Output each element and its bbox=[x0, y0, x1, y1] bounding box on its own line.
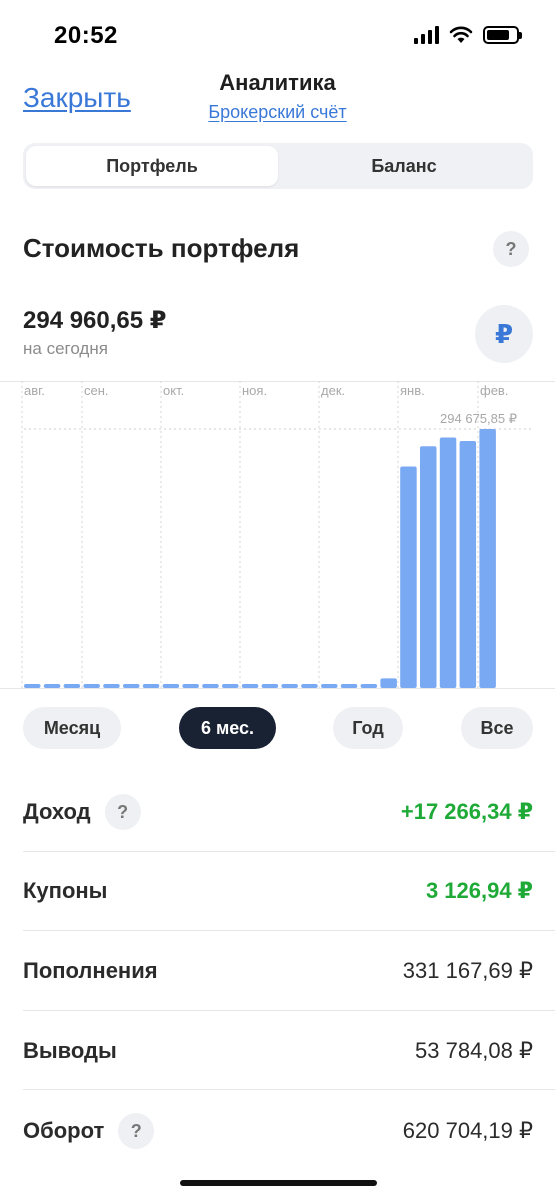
segmented-control: Портфель Баланс bbox=[23, 143, 533, 189]
chart-bar bbox=[380, 678, 397, 688]
chart-bar bbox=[63, 684, 81, 688]
tab-balance[interactable]: Баланс bbox=[278, 146, 530, 186]
stat-row-coupons: Купоны 3 126,94 ₽ bbox=[23, 851, 533, 931]
chart-bar bbox=[321, 684, 338, 688]
chart-svg: авг. сен. окт. ноя. дек. янв. фев. 294 675,85 ₽ bbox=[0, 381, 555, 689]
status-bar: 20:52 bbox=[0, 0, 555, 70]
stat-value-withdrawals: 53 784,08 ₽ bbox=[415, 1038, 533, 1063]
chart-bar bbox=[43, 684, 61, 688]
chart-bar bbox=[202, 684, 219, 688]
stat-row-income: Доход ? +17 266,34 ₽ bbox=[23, 772, 533, 852]
chart-bar bbox=[400, 466, 417, 688]
month-label: ноя. bbox=[242, 383, 267, 398]
max-value-label: 294 675,85 ₽ bbox=[440, 411, 517, 426]
month-label: янв. bbox=[400, 383, 425, 398]
help-icon[interactable]: ? bbox=[104, 794, 141, 830]
period-6m-button[interactable]: 6 мес. bbox=[179, 707, 276, 749]
stat-label-income: Доход bbox=[23, 799, 91, 824]
period-year-button[interactable]: Год bbox=[333, 707, 403, 749]
help-icon[interactable]: ? bbox=[493, 231, 529, 267]
chart-bar bbox=[459, 441, 477, 688]
month-label: фев. bbox=[480, 383, 508, 398]
page-title: Аналитика bbox=[219, 70, 336, 95]
divider bbox=[23, 1089, 555, 1090]
chart-bar bbox=[261, 684, 279, 688]
stat-value-coupons: 3 126,94 ₽ bbox=[425, 878, 533, 903]
month-label: окт. bbox=[163, 383, 184, 398]
currency-toggle-button[interactable]: ₽ bbox=[475, 305, 533, 363]
chart-bar bbox=[340, 684, 358, 688]
chart-bar bbox=[103, 684, 120, 688]
stat-value-turnover: 620 704,19 ₽ bbox=[402, 1118, 533, 1143]
account-link[interactable]: Брокерский счёт bbox=[208, 102, 346, 123]
month-label: сен. bbox=[84, 383, 109, 398]
stat-label-withdrawals: Выводы bbox=[23, 1038, 117, 1063]
battery-icon bbox=[483, 26, 522, 44]
header-center: Аналитика Брокерский счёт bbox=[0, 70, 555, 123]
status-icons bbox=[414, 26, 522, 44]
portfolio-chart: авг. сен. окт. ноя. дек. янв. фев. 294 675,85 ₽ bbox=[0, 381, 555, 689]
chart-bar bbox=[241, 684, 259, 688]
period-month-button[interactable]: Месяц bbox=[23, 707, 121, 749]
help-icon[interactable]: ? bbox=[118, 1113, 155, 1149]
stat-row-turnover: Оборот ? 620 704,19 ₽ bbox=[23, 1091, 533, 1171]
stat-label-deposits: Пополнения bbox=[23, 958, 158, 983]
chart-bar bbox=[142, 684, 160, 688]
home-indicator bbox=[180, 1180, 377, 1186]
period-all-button[interactable]: Все bbox=[461, 707, 533, 749]
portfolio-value-caption: на сегодня bbox=[23, 339, 108, 358]
chart-bar bbox=[123, 684, 140, 688]
chart-bar bbox=[222, 684, 239, 688]
signal-icon bbox=[414, 26, 439, 44]
chart-bar bbox=[479, 429, 496, 688]
header: Закрыть Аналитика Брокерский счёт bbox=[0, 64, 555, 134]
portfolio-value: 294 960,65 ₽ bbox=[23, 307, 167, 334]
month-label: дек. bbox=[321, 383, 345, 398]
tab-portfolio[interactable]: Портфель bbox=[26, 146, 278, 186]
stat-row-deposits: Пополнения 331 167,69 ₽ bbox=[23, 931, 533, 1011]
chart-bar bbox=[162, 684, 180, 688]
chart-bar bbox=[420, 446, 437, 688]
section-title: Стоимость портфеля bbox=[23, 233, 300, 263]
stat-row-withdrawals: Выводы 53 784,08 ₽ bbox=[23, 1011, 533, 1091]
stat-label-coupons: Купоны bbox=[23, 878, 108, 903]
month-label: авг. bbox=[24, 383, 45, 398]
chart-bar bbox=[360, 684, 378, 688]
chart-bar bbox=[182, 684, 199, 688]
chart-bar bbox=[439, 437, 457, 688]
stat-value-income: +17 266,34 ₽ bbox=[400, 799, 533, 824]
chart-bar bbox=[281, 684, 298, 688]
stat-value-deposits: 331 167,69 ₽ bbox=[402, 958, 533, 983]
wifi-icon bbox=[449, 26, 473, 43]
status-time: 20:52 bbox=[54, 22, 118, 49]
chart-bar bbox=[301, 684, 318, 688]
chart-bar bbox=[24, 684, 41, 688]
chart-bar bbox=[83, 684, 100, 688]
stat-label-turnover: Оборот bbox=[23, 1118, 105, 1143]
